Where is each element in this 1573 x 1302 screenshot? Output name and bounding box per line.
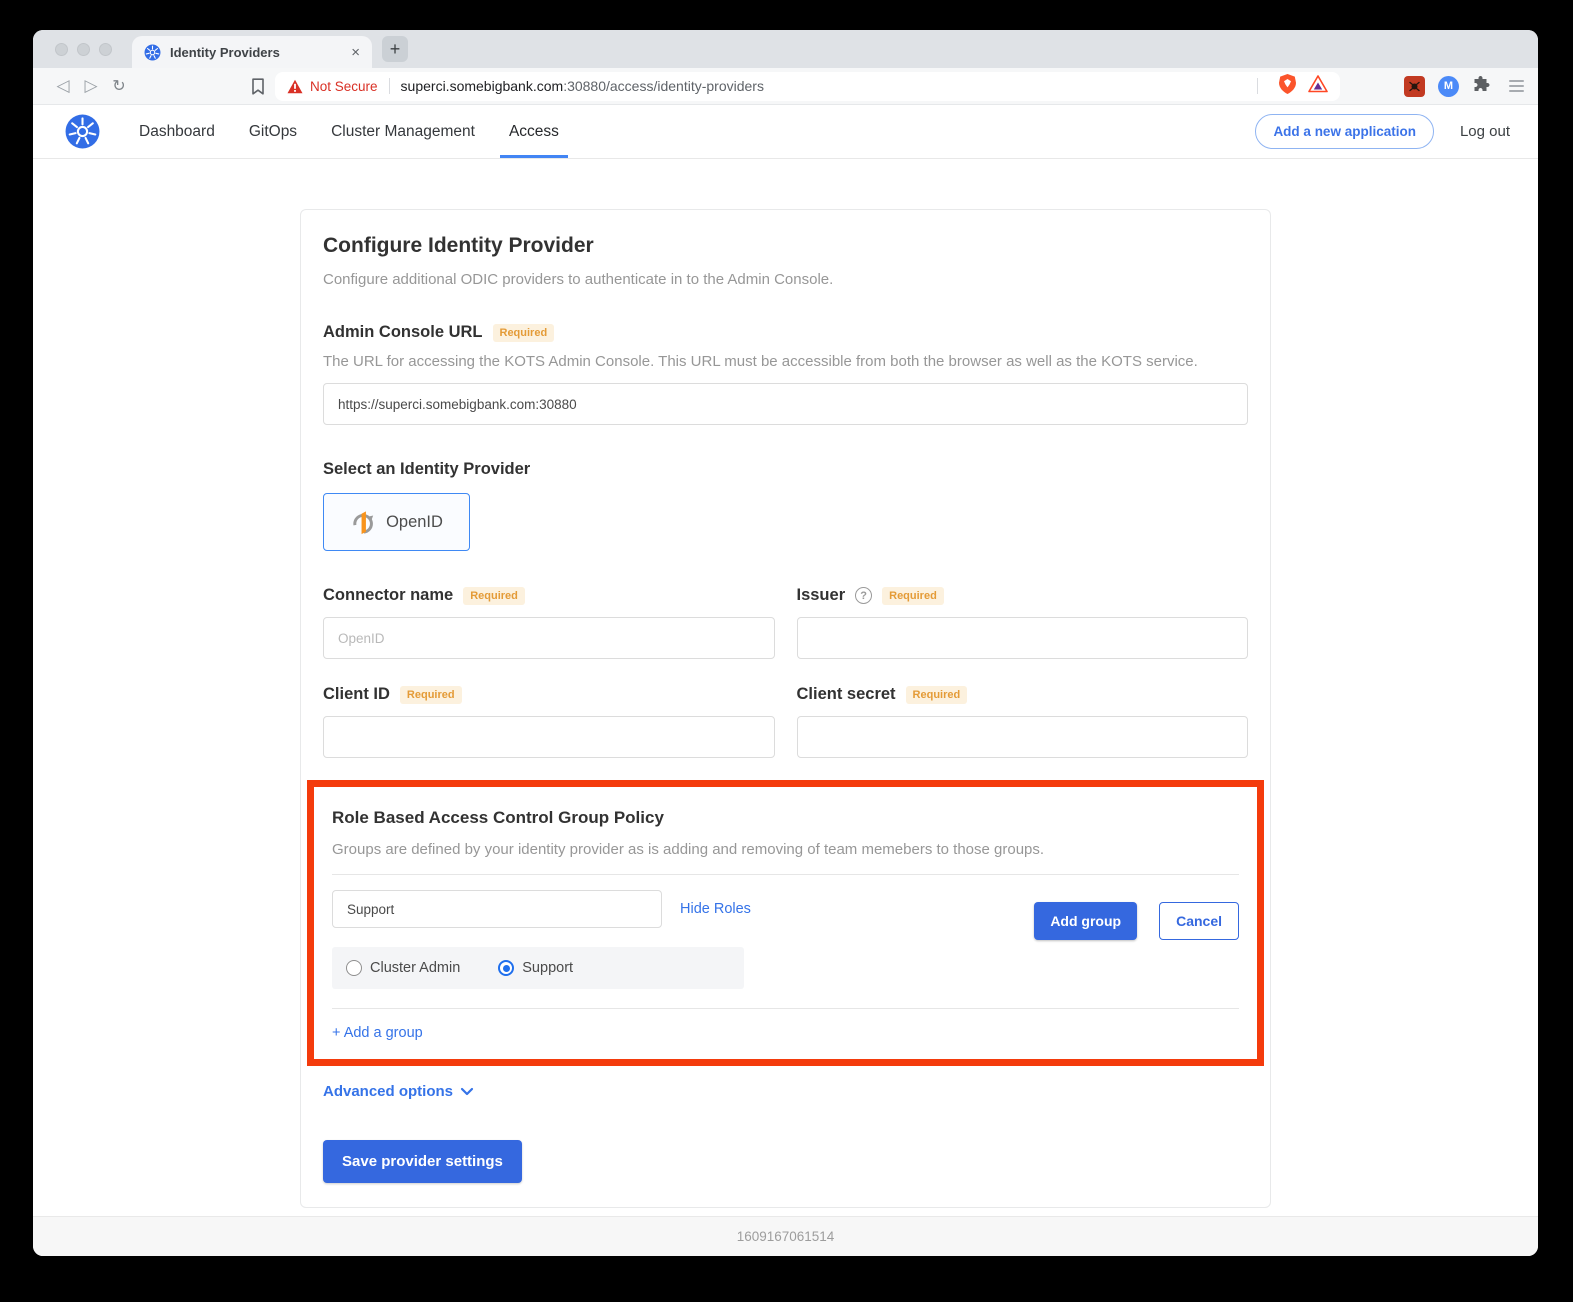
traffic-lights [55, 43, 112, 56]
tab-close-icon[interactable]: × [349, 44, 362, 61]
required-badge: Required [463, 587, 525, 605]
rbac-annotation-box: Role Based Access Control Group Policy G… [307, 780, 1264, 1066]
add-group-button[interactable]: Add group [1034, 902, 1137, 940]
not-secure-warning-icon [287, 79, 303, 94]
required-badge: Required [882, 587, 944, 605]
rbac-title: Role Based Access Control Group Policy [332, 808, 1239, 828]
browser-menu-icon[interactable] [1509, 80, 1524, 92]
logout-link[interactable]: Log out [1460, 123, 1510, 140]
bat-rewards-icon[interactable] [1308, 75, 1328, 98]
extension-icon[interactable] [1404, 76, 1425, 97]
not-secure-label: Not Secure [310, 79, 378, 94]
browser-tab[interactable]: Identity Providers × [132, 36, 372, 68]
kubernetes-favicon-icon [144, 44, 161, 61]
brave-shield-icon[interactable] [1279, 74, 1296, 99]
issuer-input[interactable] [797, 617, 1249, 659]
radio-selected-icon [498, 960, 514, 976]
page-subtitle: Configure additional ODIC providers to a… [323, 271, 1248, 288]
connector-name-field: Connector name Required [323, 586, 775, 659]
issuer-label: Issuer [797, 586, 846, 605]
select-idp-label: Select an Identity Provider [323, 460, 530, 479]
nav-item-dashboard[interactable]: Dashboard [122, 105, 232, 158]
client-secret-input[interactable] [797, 716, 1249, 758]
connector-name-input[interactable] [323, 617, 775, 659]
reload-icon[interactable]: ↻ [105, 76, 133, 96]
admin-console-url-label: Admin Console URL [323, 323, 483, 342]
required-badge: Required [493, 324, 555, 342]
required-badge: Required [906, 686, 968, 704]
rbac-divider-bottom [332, 1008, 1239, 1009]
issuer-help-icon[interactable]: ? [855, 587, 872, 604]
save-provider-settings-button[interactable]: Save provider settings [323, 1140, 522, 1183]
nav-item-gitops[interactable]: GitOps [232, 105, 314, 158]
radio-unselected-icon [346, 960, 362, 976]
url-host: superci.somebigbank.com [401, 78, 564, 94]
openid-provider-label: OpenID [386, 513, 443, 532]
tab-strip: Identity Providers × + [33, 30, 1538, 68]
kubernetes-logo-icon [65, 114, 100, 149]
client-id-input[interactable] [323, 716, 775, 758]
footer-timestamp: 1609167061514 [737, 1229, 835, 1244]
openid-provider-tile[interactable]: OpenID [323, 493, 470, 551]
address-bar[interactable]: Not Secure superci.somebigbank.com:30880… [275, 72, 1340, 101]
window-close-button[interactable] [55, 43, 68, 56]
required-badge: Required [400, 686, 462, 704]
new-tab-button[interactable]: + [382, 36, 408, 62]
roles-panel: Cluster Admin Support [332, 947, 744, 989]
profile-avatar[interactable]: M [1438, 76, 1459, 97]
back-icon[interactable]: ◁ [49, 76, 77, 96]
page-title: Configure Identity Provider [323, 234, 1248, 258]
issuer-field: Issuer ? Required [797, 586, 1249, 659]
client-secret-label: Client secret [797, 685, 896, 704]
openid-logo-icon [350, 508, 378, 536]
window-zoom-button[interactable] [99, 43, 112, 56]
address-divider [389, 78, 390, 94]
role-label: Cluster Admin [370, 960, 460, 976]
rbac-divider-top [332, 874, 1239, 875]
hide-roles-link[interactable]: Hide Roles [680, 890, 751, 928]
nav-item-access[interactable]: Access [492, 105, 576, 158]
client-secret-field: Client secret Required [797, 685, 1249, 758]
add-a-group-link[interactable]: + Add a group [332, 1025, 423, 1041]
url-text: superci.somebigbank.com:30880/access/ide… [401, 78, 1246, 94]
page-footer: 1609167061514 [33, 1216, 1538, 1256]
role-label: Support [522, 960, 573, 976]
client-id-field: Client ID Required [323, 685, 775, 758]
forward-icon[interactable]: ▷ [77, 76, 105, 96]
browser-toolbar: ◁ ▷ ↻ Not Secure superci.somebigbank.com… [33, 68, 1538, 105]
advanced-options-toggle[interactable]: Advanced options [323, 1083, 1248, 1100]
role-radio-support[interactable]: Support [498, 960, 573, 976]
cancel-button[interactable]: Cancel [1159, 902, 1239, 940]
address-divider-2 [1257, 78, 1258, 94]
app-navbar: Dashboard GitOps Cluster Management Acce… [33, 105, 1538, 159]
group-name-input[interactable] [332, 890, 662, 928]
bookmark-icon[interactable] [251, 78, 265, 95]
tab-title: Identity Providers [170, 45, 349, 60]
chevron-down-icon [460, 1087, 474, 1096]
main-content: Configure Identity Provider Configure ad… [33, 159, 1538, 1216]
window-minimize-button[interactable] [77, 43, 90, 56]
admin-console-url-help: The URL for accessing the KOTS Admin Con… [323, 353, 1248, 370]
client-id-label: Client ID [323, 685, 390, 704]
nav-item-cluster-management[interactable]: Cluster Management [314, 105, 492, 158]
rbac-subtitle: Groups are defined by your identity prov… [332, 841, 1239, 858]
admin-console-url-input[interactable] [323, 383, 1248, 425]
add-new-application-button[interactable]: Add a new application [1255, 114, 1434, 149]
url-path: :30880/access/identity-providers [563, 78, 764, 94]
advanced-options-label: Advanced options [323, 1083, 453, 1100]
browser-window: Identity Providers × + ◁ ▷ ↻ Not Secure … [33, 30, 1538, 1256]
extensions-puzzle-icon[interactable] [1472, 75, 1490, 97]
role-radio-cluster-admin[interactable]: Cluster Admin [346, 960, 460, 976]
connector-name-label: Connector name [323, 586, 453, 605]
configure-idp-card: Configure Identity Provider Configure ad… [300, 209, 1271, 1208]
